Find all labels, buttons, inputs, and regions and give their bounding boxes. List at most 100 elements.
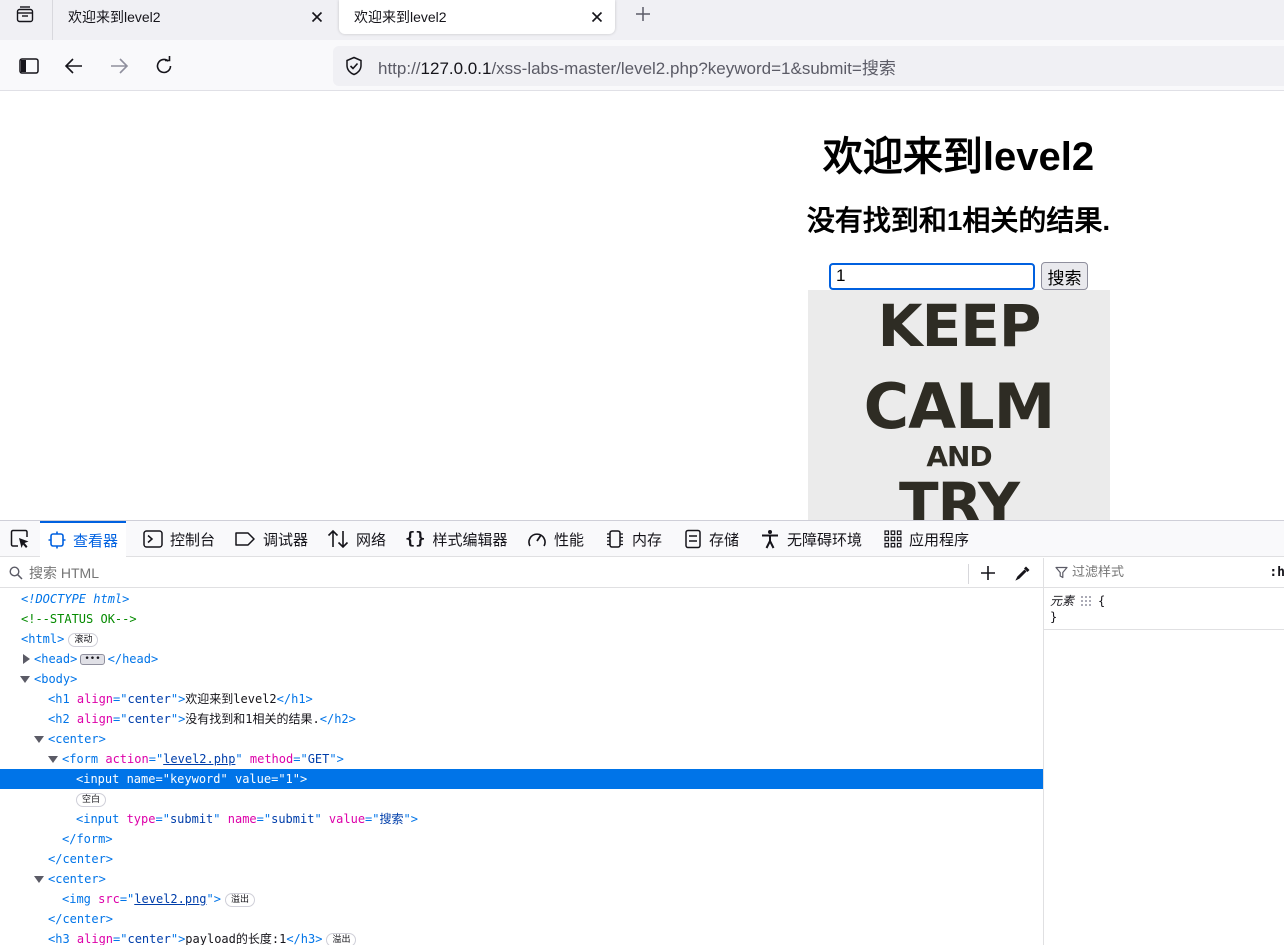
overflow-badge[interactable]: 溢出	[224, 892, 255, 907]
add-node-button[interactable]	[976, 561, 1000, 585]
html-search-bar	[0, 558, 1043, 588]
tab-label: 调试器	[263, 531, 309, 549]
element-picker-button[interactable]	[4, 523, 36, 555]
pseudo-class-toggle[interactable]: :h	[1269, 565, 1284, 580]
poster-text-try: TRY	[898, 470, 1020, 521]
expand-toggle-icon[interactable]	[23, 654, 30, 664]
rule-open-brace: {	[1098, 593, 1106, 608]
overflow-badge[interactable]: 溢出	[326, 932, 357, 945]
tab-label: 无障碍环境	[787, 531, 863, 549]
tab-title: 欢迎来到level2	[354, 9, 447, 25]
markup-node-whitespace[interactable]: 空白	[0, 789, 1043, 809]
markup-node-doctype[interactable]: <!DOCTYPE html>	[0, 589, 1043, 609]
eyedropper-button[interactable]	[1011, 561, 1035, 585]
memory-icon	[607, 530, 623, 548]
devtools-tab-performance[interactable]: 性能	[527, 521, 584, 557]
devtools-tab-debugger[interactable]: 调试器	[234, 521, 308, 557]
attr-value: keyword	[169, 772, 221, 786]
url-text: http://127.0.0.1/xss-labs-master/level2.…	[375, 54, 896, 79]
attr-value: 搜索	[379, 812, 404, 826]
markup-tree: <!DOCTYPE html> <!--STATUS OK--> <html> 滚…	[0, 589, 1043, 945]
devtools-tab-accessibility[interactable]: 无障碍环境	[760, 521, 862, 557]
devtools-tab-style-editor[interactable]: {} 样式编辑器	[405, 521, 508, 557]
accessibility-icon	[762, 530, 778, 549]
markup-node-center-2[interactable]: <center>	[0, 869, 1043, 889]
poster-text-calm: CALM	[863, 370, 1056, 443]
markup-node-h1[interactable]: <h1 align="center">欢迎来到level2</h1>	[0, 689, 1043, 709]
devtools-tab-storage[interactable]: 存储	[684, 521, 739, 557]
filter-styles-bar: :h	[1044, 558, 1284, 588]
markup-node-form-close[interactable]: </form>	[0, 829, 1043, 849]
level2-image: KEEP CALM AND TRY	[808, 290, 1110, 521]
search-html-input[interactable]	[29, 559, 929, 586]
markup-node-img[interactable]: <img src="level2.png"> 溢出	[0, 889, 1043, 909]
close-icon[interactable]	[583, 3, 611, 31]
markup-node-center-2-close[interactable]: </center>	[0, 909, 1043, 929]
devtools-panel: 查看器 控制台 调试器 网络 {} 样式编辑器 性能 内存 存储 无障碍环境 应…	[0, 520, 1284, 945]
sidebar-button[interactable]	[13, 50, 45, 82]
devtools-tab-memory[interactable]: 内存	[605, 521, 662, 557]
markup-node-body[interactable]: <body>	[0, 669, 1043, 689]
page-heading: 欢迎来到level2	[822, 135, 1095, 179]
forward-button[interactable]	[103, 50, 135, 82]
search-submit-button[interactable]: 搜索	[1041, 262, 1088, 290]
tab-label: 性能	[554, 531, 585, 549]
keyword-input[interactable]	[829, 262, 1035, 290]
markup-node-html[interactable]: <html> 滚动	[0, 629, 1043, 649]
h3-text-node: payload的长度:1	[185, 932, 287, 945]
collapse-toggle-icon[interactable]	[20, 676, 30, 683]
markup-node-h2[interactable]: <h2 align="center">没有找到和1相关的结果.</h2>	[0, 709, 1043, 729]
plus-icon	[981, 566, 995, 580]
tab-label: 样式编辑器	[432, 531, 508, 549]
close-icon[interactable]	[303, 3, 331, 31]
console-icon	[143, 530, 163, 548]
attr-value: 1	[285, 772, 293, 786]
reload-button[interactable]	[148, 50, 180, 82]
form-action-link[interactable]: level2.php	[163, 752, 235, 766]
devtools-toolbar: 查看器 控制台 调试器 网络 {} 样式编辑器 性能 内存 存储 无障碍环境 应…	[0, 521, 1284, 557]
collapse-toggle-icon[interactable]	[48, 756, 58, 763]
scroll-badge[interactable]: 滚动	[68, 632, 99, 647]
shield-icon[interactable]	[333, 46, 375, 86]
collapsed-content-ellipsis-icon[interactable]: •••	[80, 654, 105, 665]
filter-styles-input[interactable]	[1072, 565, 1262, 580]
storage-icon	[685, 529, 701, 549]
url-bar[interactable]: http://127.0.0.1/xss-labs-master/level2.…	[333, 46, 1284, 86]
comment-text: <!--STATUS OK-->	[21, 612, 137, 626]
tab-label: 控制台	[170, 531, 216, 549]
devtools-tab-network[interactable]: 网络	[327, 521, 386, 557]
attr-value: GET	[307, 752, 330, 766]
collapse-toggle-icon[interactable]	[34, 876, 44, 883]
tab-label: 存储	[709, 531, 740, 549]
back-button[interactable]	[58, 50, 90, 82]
tab-strip: 欢迎来到level2 欢迎来到level2	[0, 0, 1284, 40]
collapse-toggle-icon[interactable]	[34, 736, 44, 743]
tab-1[interactable]: 欢迎来到level2	[53, 0, 335, 34]
markup-node-submit-input[interactable]: <input type="submit" name="submit" value…	[0, 809, 1043, 829]
markup-node-center[interactable]: <center>	[0, 729, 1043, 749]
sidebar-icon	[19, 58, 39, 74]
tab-label: 内存	[632, 531, 663, 549]
markup-node-comment[interactable]: <!--STATUS OK-->	[0, 609, 1043, 629]
markup-node-input-selected[interactable]: <input name="keyword" value="1">	[0, 769, 1043, 789]
whitespace-badge[interactable]: 空白	[76, 792, 107, 807]
network-icon	[327, 529, 349, 549]
tab-manager-icon[interactable]	[8, 2, 42, 28]
tab-label: 应用程序	[909, 531, 970, 549]
devtools-tab-inspector[interactable]: 查看器	[40, 521, 127, 557]
new-tab-button[interactable]	[626, 0, 660, 28]
attr-value: center	[127, 712, 171, 726]
markup-node-form[interactable]: <form action="level2.php" method="GET">	[0, 749, 1043, 769]
poster-text-keep: KEEP	[877, 292, 1042, 360]
attr-value: center	[127, 692, 171, 706]
eyedropper-icon	[1015, 566, 1030, 581]
markup-node-center-close[interactable]: </center>	[0, 849, 1043, 869]
devtools-tab-application[interactable]: 应用程序	[884, 521, 969, 557]
h1-text-node: 欢迎来到level2	[185, 692, 277, 706]
tab-2-active[interactable]: 欢迎来到level2	[339, 0, 615, 34]
devtools-tab-console[interactable]: 控制台	[143, 521, 215, 557]
markup-node-head[interactable]: <head> ••• </head>	[0, 649, 1043, 669]
markup-node-h3[interactable]: <h3 align="center">payload的长度:1</h3> 溢出	[0, 929, 1043, 945]
drag-grid-icon	[1081, 595, 1092, 606]
img-src-link[interactable]: level2.png	[134, 892, 206, 906]
